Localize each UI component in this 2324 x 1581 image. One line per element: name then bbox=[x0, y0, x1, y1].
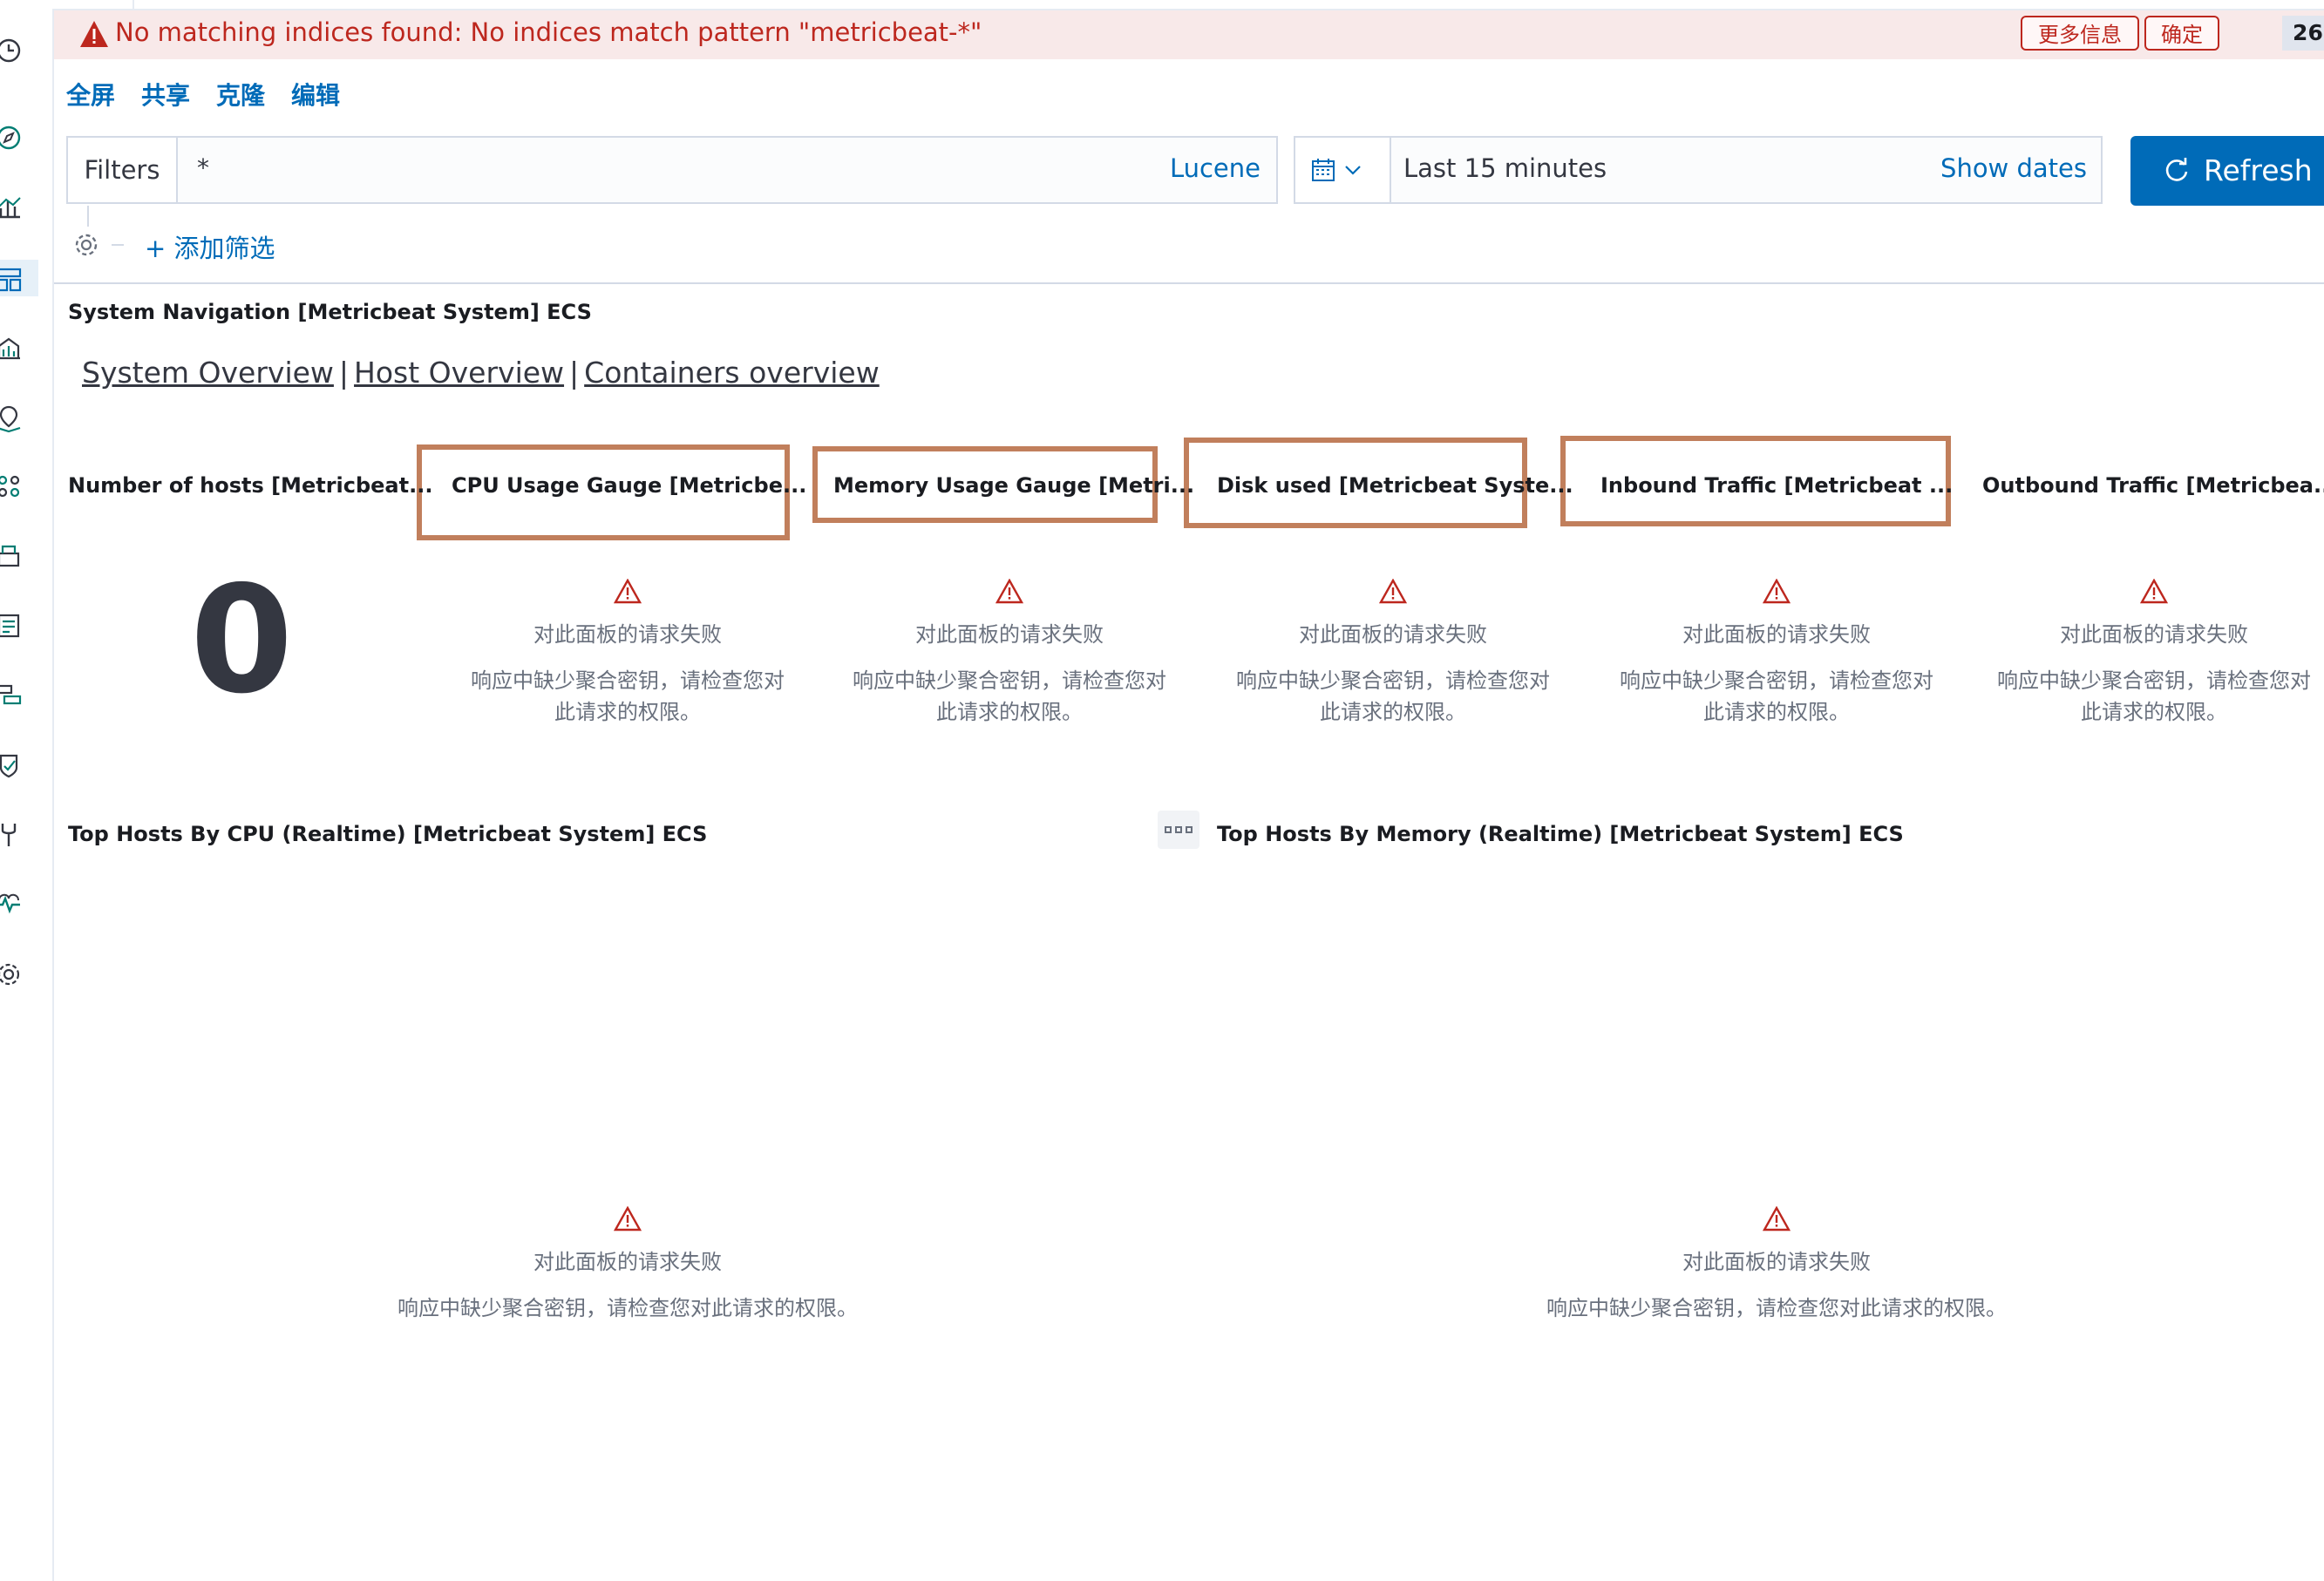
dashboard-top-nav: 全屏 共享 克隆 编辑 bbox=[66, 77, 340, 112]
error-title: 对此面板的请求失败 bbox=[1299, 622, 1487, 647]
dashboard-icon[interactable] bbox=[0, 263, 24, 295]
containers-overview-link[interactable]: Containers overview bbox=[584, 356, 880, 390]
system-overview-link[interactable]: System Overview bbox=[82, 356, 334, 390]
error-warning-icon bbox=[614, 1206, 642, 1232]
system-nav-links: System Overview | Host Overview | Containers… bbox=[82, 356, 880, 390]
query-bar: Filters * Lucene bbox=[66, 136, 1278, 204]
dot bbox=[1165, 826, 1172, 833]
filter-settings-gear-icon[interactable] bbox=[71, 230, 101, 260]
ok-button[interactable]: 确定 bbox=[2144, 16, 2219, 51]
error-title: 对此面板的请求失败 bbox=[1682, 622, 1871, 647]
share-link[interactable]: 共享 bbox=[141, 77, 190, 112]
dot bbox=[1175, 826, 1182, 833]
error-toast: No matching indices found: No indices ma… bbox=[54, 10, 2324, 59]
error-warning-icon bbox=[996, 579, 1023, 604]
clone-link[interactable]: 克隆 bbox=[216, 77, 265, 112]
panel-error: 对此面板的请求失败 响应中缺少聚合密钥，请检查您对此请求的权限。 bbox=[349, 1206, 907, 1324]
error-title: 对此面板的请求失败 bbox=[533, 622, 722, 647]
hosts-count-value: 0 bbox=[190, 554, 294, 727]
dot bbox=[1186, 826, 1193, 833]
error-detail: 响应中缺少聚合密钥，请检查您对此请求的权限。 bbox=[1997, 668, 2311, 724]
toast-message: No matching indices found: No indices ma… bbox=[115, 17, 982, 47]
monitoring-icon[interactable] bbox=[0, 889, 24, 920]
canvas-icon[interactable] bbox=[0, 333, 24, 364]
error-warning-icon bbox=[2140, 579, 2168, 604]
error-title: 对此面板的请求失败 bbox=[915, 622, 1104, 647]
discover-compass-icon[interactable] bbox=[0, 122, 24, 153]
top-header-strip bbox=[52, 0, 2324, 10]
error-warning-icon bbox=[1763, 1206, 1791, 1232]
side-nav bbox=[0, 0, 54, 1581]
show-dates-button[interactable]: Show dates bbox=[1940, 153, 2087, 183]
visualize-chart-icon[interactable] bbox=[0, 192, 24, 223]
error-warning-icon bbox=[614, 579, 642, 604]
warning-icon bbox=[80, 21, 108, 47]
date-picker: Last 15 minutes Show dates bbox=[1294, 136, 2103, 204]
infrastructure-icon[interactable] bbox=[0, 540, 24, 572]
ml-icon[interactable] bbox=[0, 471, 24, 502]
add-filter-button[interactable]: + 添加筛选 bbox=[145, 228, 275, 265]
quick-select-button[interactable] bbox=[1295, 138, 1391, 202]
toast-timer: 269 秒 bbox=[2282, 16, 2324, 51]
refresh-label: Refresh bbox=[2204, 153, 2313, 187]
header-divider bbox=[54, 282, 2324, 284]
panel-options-button[interactable] bbox=[1158, 811, 1199, 849]
error-detail: 响应中缺少聚合密钥，请检查您对此请求的权限。 bbox=[471, 668, 785, 724]
error-detail: 响应中缺少聚合密钥，请检查您对此请求的权限。 bbox=[1236, 668, 1550, 724]
settings-gear-icon[interactable] bbox=[0, 959, 24, 990]
refresh-icon bbox=[2165, 158, 2188, 181]
panel-title-memory: Memory Usage Gauge [Metri... bbox=[833, 473, 1195, 498]
host-overview-link[interactable]: Host Overview bbox=[354, 356, 564, 390]
panel-title-outbound: Outbound Traffic [Metricbea... bbox=[1982, 473, 2324, 498]
panel-error: 对此面板的请求失败 响应中缺少聚合密钥，请检查您对此请求的权限。 bbox=[1602, 579, 1951, 728]
error-title: 对此面板的请求失败 bbox=[533, 1250, 722, 1274]
filters-label: Filters bbox=[68, 138, 178, 202]
refresh-button[interactable]: Refresh bbox=[2130, 136, 2324, 206]
error-detail: 响应中缺少聚合密钥，请检查您对此请求的权限。 bbox=[853, 668, 1166, 724]
panel-error: 对此面板的请求失败 响应中缺少聚合密钥，请检查您对此请求的权限。 bbox=[835, 579, 1184, 728]
query-input[interactable]: * bbox=[197, 153, 209, 182]
nav-panel-title: System Navigation [Metricbeat System] EC… bbox=[68, 300, 592, 324]
more-info-button[interactable]: 更多信息 bbox=[2021, 16, 2139, 51]
fullscreen-link[interactable]: 全屏 bbox=[66, 77, 115, 112]
error-title: 对此面板的请求失败 bbox=[2060, 622, 2248, 647]
error-detail: 响应中缺少聚合密钥，请检查您对此请求的权限。 bbox=[398, 1296, 858, 1320]
logs-icon[interactable] bbox=[0, 610, 24, 641]
dev-tools-icon[interactable] bbox=[0, 819, 24, 851]
uptime-icon[interactable] bbox=[0, 750, 24, 781]
panel-title-top-memory: Top Hosts By Memory (Realtime) [Metricbe… bbox=[1217, 822, 1904, 846]
calendar-icon bbox=[1312, 159, 1361, 181]
maps-icon[interactable] bbox=[0, 403, 24, 434]
error-warning-icon bbox=[1763, 579, 1791, 604]
error-title: 对此面板的请求失败 bbox=[1682, 1250, 1871, 1274]
error-detail: 响应中缺少聚合密钥，请检查您对此请求的权限。 bbox=[1620, 668, 1933, 724]
panel-title-hosts: Number of hosts [Metricbeat... bbox=[68, 473, 433, 498]
panel-title-disk: Disk used [Metricbeat Syste... bbox=[1217, 473, 1573, 498]
error-warning-icon bbox=[1379, 579, 1407, 604]
panel-error: 对此面板的请求失败 响应中缺少聚合密钥，请检查您对此请求的权限。 bbox=[1219, 579, 1567, 728]
apm-icon[interactable] bbox=[0, 680, 24, 711]
panel-error: 对此面板的请求失败 响应中缺少聚合密钥，请检查您对此请求的权限。 bbox=[1984, 579, 2324, 728]
error-detail: 响应中缺少聚合密钥，请检查您对此请求的权限。 bbox=[1546, 1296, 2007, 1320]
recent-clock-icon[interactable] bbox=[0, 35, 24, 66]
panel-error: 对此面板的请求失败 响应中缺少聚合密钥，请检查您对此请求的权限。 bbox=[453, 579, 802, 728]
edit-link[interactable]: 编辑 bbox=[291, 77, 340, 112]
panel-title-cpu: CPU Usage Gauge [Metricbe... bbox=[452, 473, 807, 498]
chevron-down-icon bbox=[1345, 166, 1361, 175]
date-range[interactable]: Last 15 minutes bbox=[1403, 153, 1607, 183]
panel-error: 对此面板的请求失败 响应中缺少聚合密钥，请检查您对此请求的权限。 bbox=[1498, 1206, 2056, 1324]
panel-title-top-cpu: Top Hosts By CPU (Realtime) [Metricbeat … bbox=[68, 822, 708, 846]
panel-title-inbound: Inbound Traffic [Metricbeat ... bbox=[1600, 473, 1954, 498]
query-language-button[interactable]: Lucene bbox=[1170, 153, 1261, 183]
